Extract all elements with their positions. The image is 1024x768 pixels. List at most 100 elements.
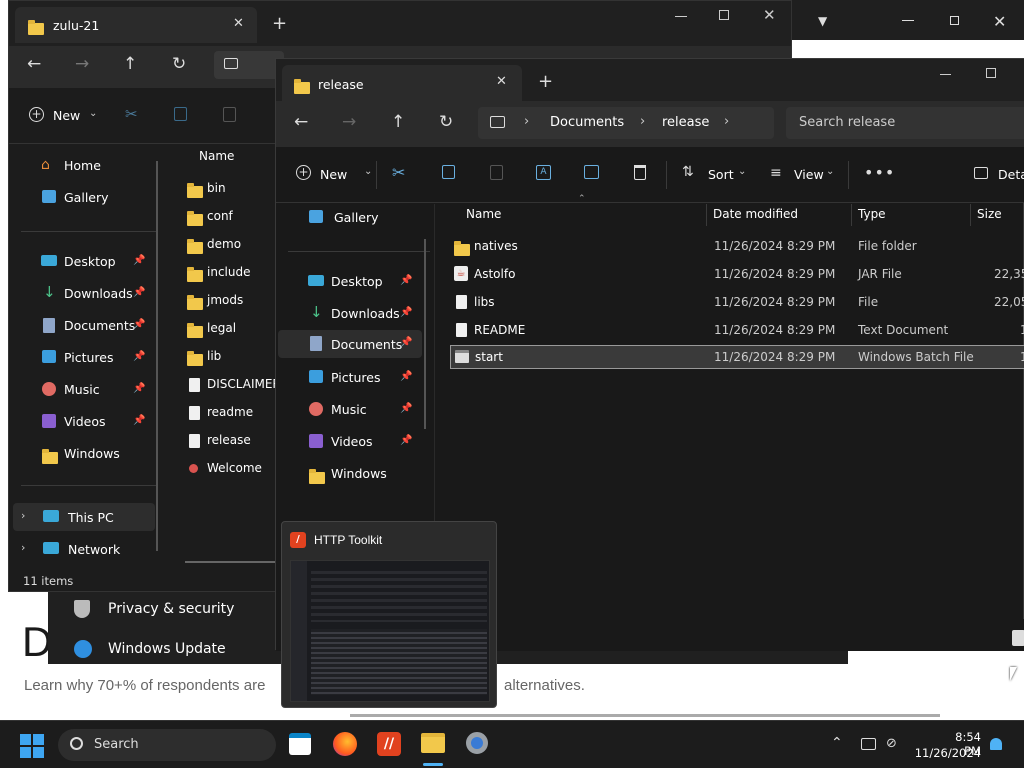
list-item[interactable]: Welcome	[187, 459, 277, 479]
list-item[interactable]: jmods	[187, 291, 277, 311]
new-tab-icon[interactable]: +	[272, 13, 287, 34]
taskbar-thumbnail-preview[interactable]: / HTTP Toolkit	[281, 521, 497, 708]
view-button[interactable]: ≡ View ⌄	[770, 163, 840, 187]
list-item[interactable]: release	[187, 431, 277, 451]
paste-icon[interactable]	[490, 165, 503, 180]
background-close-icon[interactable]: ✕	[993, 12, 1006, 31]
display-icon[interactable]	[861, 738, 876, 750]
front-nav-desktop[interactable]: Desktop 📌	[304, 271, 424, 293]
pin-icon[interactable]: 📌	[400, 275, 412, 286]
front-nav-gallery[interactable]: Gallery	[304, 207, 424, 229]
list-item[interactable]: conf	[187, 207, 277, 227]
back-address-box[interactable]	[214, 51, 284, 79]
pin-icon[interactable]: 📌	[133, 351, 145, 362]
front-new-button[interactable]: + New ⌄	[294, 163, 374, 187]
back-nav-documents[interactable]: Documents 📌	[37, 315, 157, 337]
chevron-up-icon[interactable]: ⌃	[831, 735, 843, 751]
back-tab[interactable]: zulu-21 ✕	[15, 7, 257, 43]
front-nav-windows[interactable]: Windows	[304, 463, 424, 485]
firefox-icon[interactable]	[333, 732, 357, 756]
back-nav-scrollbar[interactable]	[156, 161, 158, 551]
close-tab-icon[interactable]: ✕	[496, 74, 507, 89]
file-explorer-icon[interactable]	[421, 733, 445, 753]
back-hscrollbar[interactable]	[185, 561, 277, 563]
front-minimize-icon[interactable]	[940, 74, 951, 75]
copy-icon[interactable]	[442, 165, 455, 179]
back-nav-pictures[interactable]: Pictures 📌	[37, 347, 157, 369]
pin-icon[interactable]: 📌	[133, 319, 145, 330]
copy-icon[interactable]	[174, 107, 187, 121]
back-nav-home[interactable]: ⌂ Home	[37, 155, 157, 177]
details-button[interactable]: Details	[974, 163, 1024, 187]
column-header-size[interactable]: Size	[977, 207, 1002, 221]
back-minimize-icon[interactable]	[675, 16, 687, 17]
up-arrow-icon[interactable]: ↑	[391, 112, 405, 132]
list-item[interactable]: legal	[187, 319, 277, 339]
back-maximize-icon[interactable]	[719, 10, 729, 20]
close-tab-icon[interactable]: ✕	[233, 16, 244, 31]
list-item[interactable]: demo	[187, 235, 277, 255]
up-arrow-icon[interactable]: ↑	[123, 54, 137, 74]
front-search-box[interactable]: Search release	[786, 107, 1024, 139]
pin-icon[interactable]: 📌	[133, 383, 145, 394]
pin-icon[interactable]: 📌	[400, 371, 412, 382]
network-status-icon[interactable]: ⊘	[886, 736, 897, 751]
front-nav-music[interactable]: Music 📌	[304, 399, 424, 421]
back-nav-gallery[interactable]: Gallery	[37, 187, 157, 209]
more-options-icon[interactable]: •••	[864, 163, 895, 182]
back-nav-windows[interactable]: Windows	[37, 443, 157, 465]
rename-icon[interactable]: A	[536, 165, 551, 180]
settings-icon[interactable]	[466, 732, 488, 754]
back-tree-this-pc[interactable]: › This PC	[13, 503, 155, 531]
windows-start-icon[interactable]	[20, 734, 44, 758]
list-item[interactable]: include	[187, 263, 277, 283]
table-row[interactable]: ☕ Astolfo 11/26/2024 8:29 PM JAR File 22…	[450, 262, 1024, 286]
forward-arrow-icon[interactable]: →	[342, 112, 356, 132]
table-row[interactable]: README 11/26/2024 8:29 PM Text Document …	[450, 318, 1024, 342]
pin-icon[interactable]: 📌	[133, 415, 145, 426]
breadcrumb-release[interactable]: release	[662, 115, 709, 130]
front-nav-downloads[interactable]: ↓ Downloads 📌	[304, 303, 424, 325]
list-item[interactable]: lib	[187, 347, 277, 367]
pin-icon[interactable]: 📌	[400, 307, 412, 318]
refresh-icon[interactable]: ↻	[439, 112, 453, 132]
search-input[interactable]: Search release	[799, 115, 895, 130]
back-close-icon[interactable]: ✕	[763, 6, 776, 24]
front-nav-pictures[interactable]: Pictures 📌	[304, 367, 424, 389]
front-nav-documents[interactable]: Documents 📌	[278, 330, 422, 358]
taskbar-date[interactable]: 11/26/2024	[912, 746, 981, 760]
cut-icon[interactable]: ✂	[125, 105, 138, 123]
list-item[interactable]: DISCLAIMER	[187, 375, 279, 395]
back-nav-music[interactable]: Music 📌	[37, 379, 157, 401]
table-row-selected[interactable]: start 11/26/2024 8:29 PM Windows Batch F…	[450, 345, 1024, 369]
list-item[interactable]: readme	[187, 403, 277, 423]
store-icon[interactable]	[289, 733, 311, 755]
taskbar-search-box[interactable]: Search	[58, 729, 276, 761]
notification-bell-icon[interactable]	[990, 738, 1002, 750]
back-tree-network[interactable]: › Network	[13, 537, 155, 561]
settings-item-privacy[interactable]: Privacy & security	[72, 598, 272, 622]
chevron-right-icon[interactable]: ›	[21, 509, 25, 522]
list-item[interactable]: bin	[187, 179, 277, 199]
front-nav-scrollbar[interactable]	[424, 239, 426, 429]
pin-icon[interactable]: 📌	[133, 287, 145, 298]
background-minimize-icon[interactable]	[902, 20, 914, 21]
table-row[interactable]: natives 11/26/2024 8:29 PM File folder	[450, 234, 1024, 258]
back-arrow-icon[interactable]: ←	[294, 112, 308, 132]
front-address-box[interactable]: › Documents › release ›	[478, 107, 774, 139]
sort-button[interactable]: ⇅ Sort ⌄	[682, 163, 752, 187]
back-arrow-icon[interactable]: ←	[27, 54, 41, 74]
forward-arrow-icon[interactable]: →	[75, 54, 89, 74]
cut-icon[interactable]: ✂	[392, 163, 405, 182]
back-nav-downloads[interactable]: ↓ Downloads 📌	[37, 283, 157, 305]
delete-icon[interactable]	[634, 165, 646, 180]
pin-icon[interactable]: 📌	[133, 255, 145, 266]
paste-icon[interactable]	[223, 107, 236, 122]
breadcrumb-documents[interactable]: Documents	[550, 115, 624, 130]
front-maximize-icon[interactable]	[986, 68, 996, 78]
refresh-icon[interactable]: ↻	[172, 54, 186, 74]
new-tab-icon[interactable]: +	[538, 71, 553, 92]
details-view-toggle-icon[interactable]	[1012, 630, 1024, 646]
share-icon[interactable]	[584, 165, 599, 179]
pin-icon[interactable]: 📌	[400, 435, 412, 446]
